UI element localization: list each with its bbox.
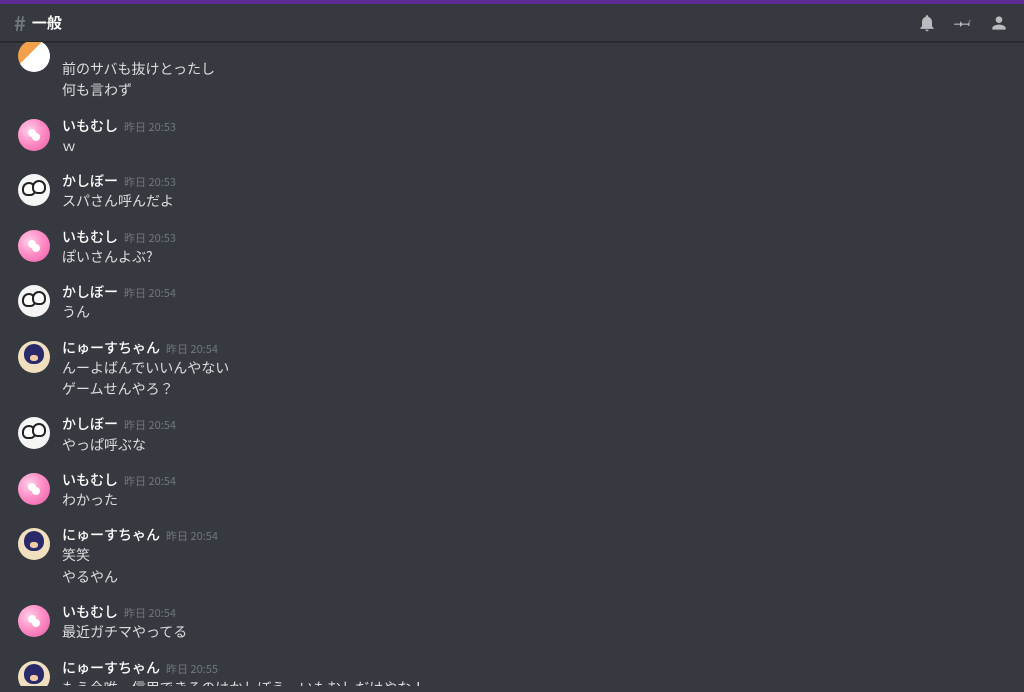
timestamp: 昨日 20:54 [166,529,218,543]
avatar[interactable] [18,605,50,637]
message-text: スパさん呼んだよ [62,191,1008,211]
channel-name: 一般 [32,12,62,33]
avatar[interactable] [18,473,50,505]
username[interactable]: いもむし [62,228,118,246]
pin-icon[interactable] [952,12,974,34]
avatar[interactable] [18,174,50,206]
bell-icon[interactable] [916,12,938,34]
message: いもむし昨日 20:53 ｗ [0,115,1024,158]
username[interactable]: にゅーすちゃん [62,526,160,544]
message-text: やっぱ呼ぶな [62,435,1008,455]
timestamp: 昨日 20:54 [166,342,218,356]
timestamp: 昨日 20:55 [166,662,218,676]
message-text: ｗ [62,136,1008,156]
channel-header: # 一般 [0,4,1024,42]
avatar[interactable] [18,341,50,373]
timestamp: 昨日 20:54 [124,606,176,620]
timestamp: 昨日 20:53 [124,120,176,134]
message: いもむし昨日 20:54 最近ガチマやってる [0,601,1024,644]
avatar[interactable] [18,528,50,560]
timestamp: 昨日 20:54 [124,418,176,432]
timestamp: 昨日 20:54 [124,286,176,300]
avatar[interactable] [18,42,50,72]
username[interactable]: かしぼー [62,172,118,190]
message-text: もう今唯一信用できるのはかしぼう、いもむしだけやな！ [62,678,1008,686]
members-icon[interactable] [988,12,1010,34]
message-text: わかった [62,490,1008,510]
timestamp: 昨日 20:53 [124,231,176,245]
message-text: やるやん [62,567,1008,587]
message: かしぼー昨日 20:54 やっぱ呼ぶな [0,413,1024,456]
message-text: 前のサバも抜けとったし [62,59,1008,79]
avatar[interactable] [18,230,50,262]
message: にゅーすちゃん昨日 20:55 もう今唯一信用できるのはかしぼう、いもむしだけやな… [0,657,1024,686]
username[interactable]: にゅーすちゃん [62,659,160,677]
message-text: 笑笑 [62,545,1008,565]
avatar[interactable] [18,661,50,686]
avatar[interactable] [18,285,50,317]
message: にゅーすちゃん昨日 20:54 笑笑やるやん [0,524,1024,589]
message-list[interactable]: 前のサバも抜けとったし何も言わずいもむし昨日 20:53ｗかしぼー昨日 20:5… [0,42,1024,686]
timestamp: 昨日 20:54 [124,474,176,488]
username[interactable]: いもむし [62,603,118,621]
message-text: 何も言わず [62,80,1008,100]
message-text: ゲームせんやろ？ [62,379,1008,399]
avatar[interactable] [18,119,50,151]
username[interactable]: にゅーすちゃん [62,339,160,357]
message: いもむし昨日 20:53 ぽいさんよぶ? [0,226,1024,269]
message: にゅーすちゃん昨日 20:54 んーよばんでいいんやないゲームせんやろ？ [0,337,1024,402]
username[interactable]: いもむし [62,117,118,135]
username[interactable]: かしぼー [62,283,118,301]
hash-icon: # [14,8,26,37]
message-text: 最近ガチマやってる [62,622,1008,642]
avatar[interactable] [18,417,50,449]
username[interactable]: かしぼー [62,415,118,433]
message: 前のサバも抜けとったし何も言わず [0,56,1024,103]
timestamp: 昨日 20:53 [124,175,176,189]
message-text: んーよばんでいいんやない [62,358,1008,378]
message-text: うん [62,302,1008,322]
message-text: ぽいさんよぶ? [62,247,1008,267]
message: いもむし昨日 20:54 わかった [0,469,1024,512]
username[interactable]: いもむし [62,471,118,489]
message: かしぼー昨日 20:54 うん [0,281,1024,324]
message: かしぼー昨日 20:53 スパさん呼んだよ [0,170,1024,213]
